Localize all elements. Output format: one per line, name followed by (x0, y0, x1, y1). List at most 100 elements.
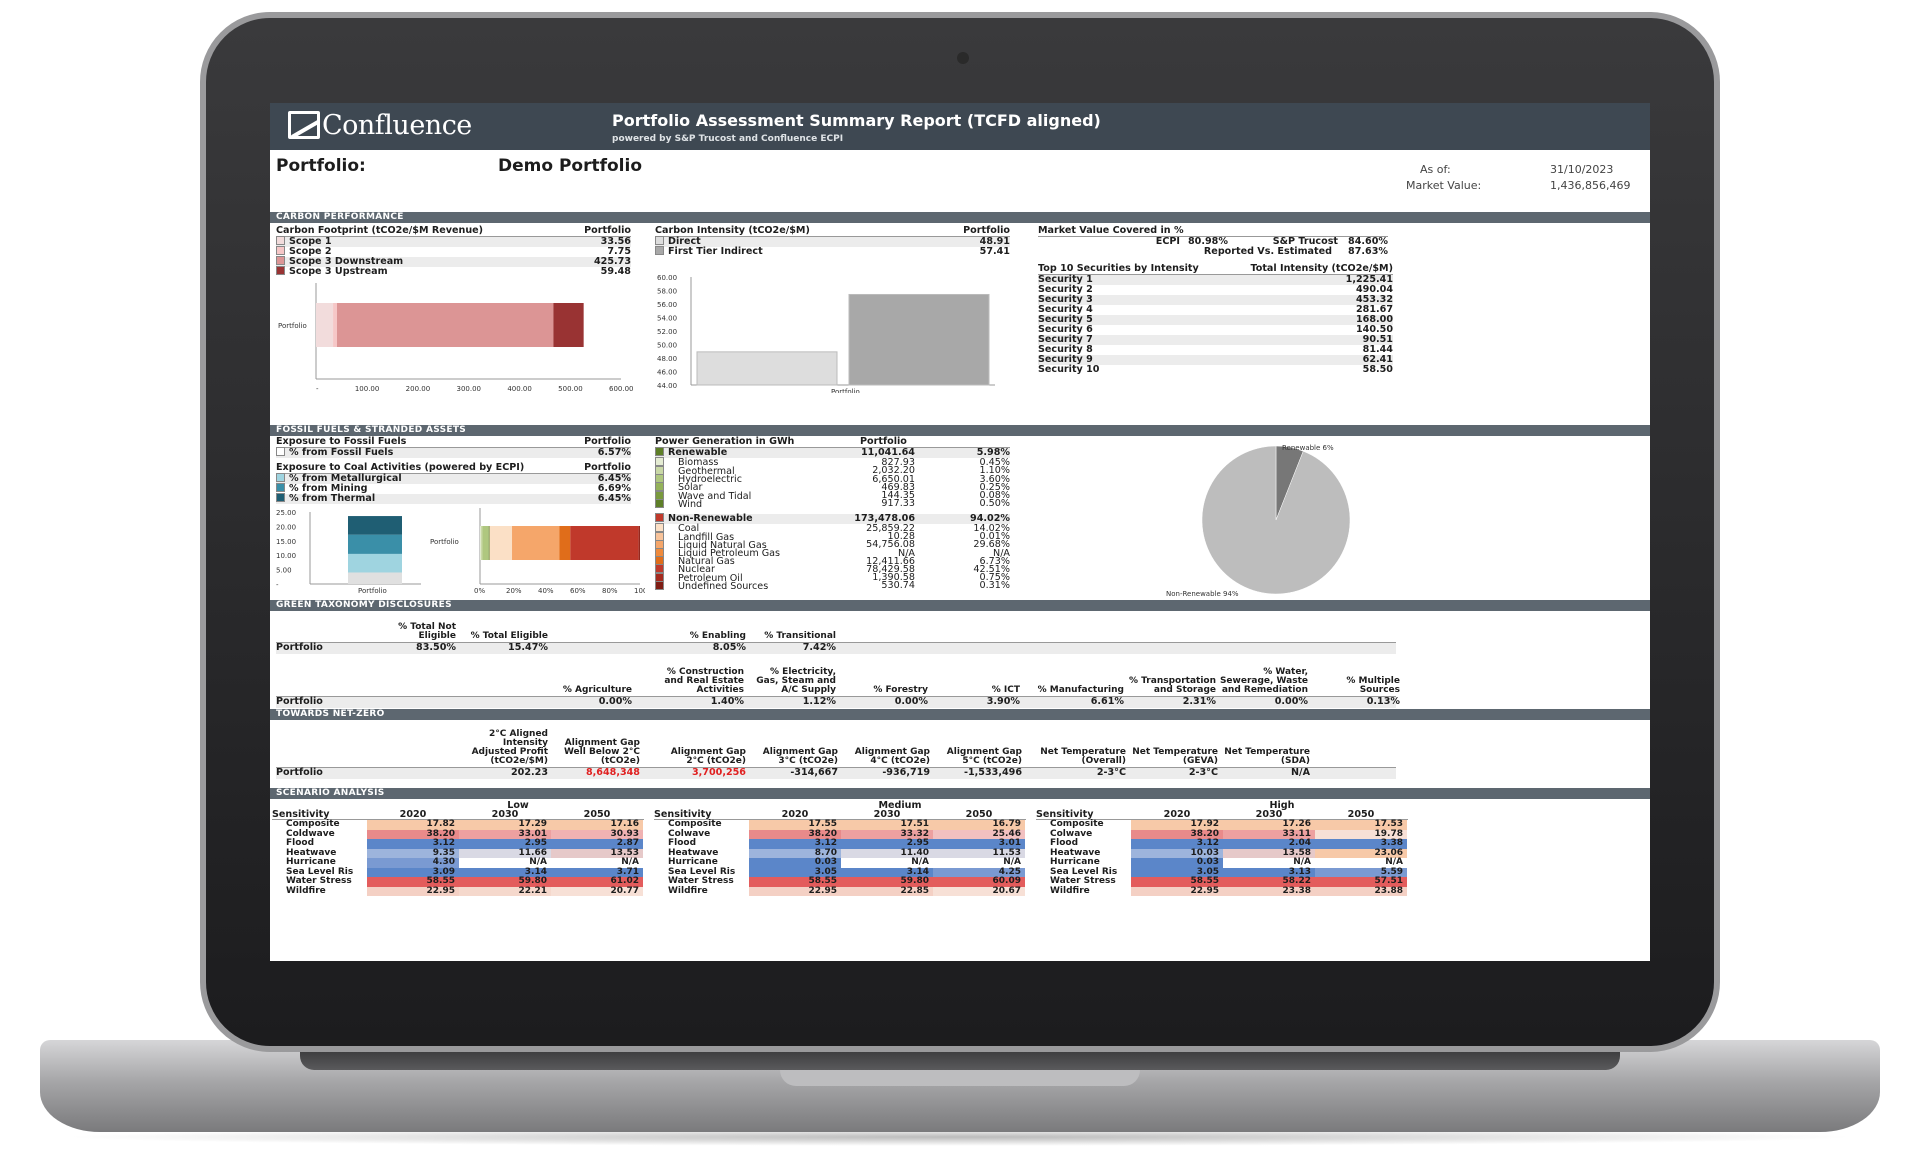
tick-label: 60.00 (657, 274, 677, 282)
tick-label: 58.00 (657, 288, 677, 296)
bar-segment (512, 526, 560, 560)
column-header: Net Temperature (Overall) (1040, 747, 1126, 766)
legend-swatch (655, 498, 664, 508)
scenario-row: Colwave 38.20 33.32 25.46 (654, 829, 1026, 839)
bar-segment (488, 526, 490, 560)
cell-value: 0.00% (598, 696, 632, 707)
top10-row-label: Security 10 (1038, 363, 1100, 375)
bar-segment (480, 526, 481, 560)
cell-value: 2-3°C (1188, 767, 1218, 778)
bar-segment (336, 303, 554, 347)
market-value: 1,436,856,469 (1550, 179, 1631, 192)
heat-cell: 20.77 (551, 886, 643, 896)
column-header: % ICT (991, 685, 1020, 695)
scenario-row: Water Stress 58.55 59.80 61.02 (272, 877, 644, 887)
column-header: % Construction and Real Estate Activitie… (664, 667, 744, 695)
column-header: % Enabling (689, 631, 746, 641)
legend-swatch (276, 266, 285, 276)
scenario-row: Wildfire 22.95 23.38 23.88 (1036, 885, 1408, 896)
tick-label: 200.00 (406, 385, 431, 393)
tick-label: 46.00 (657, 369, 677, 377)
report-subtitle: powered by S&P Trucost and Confluence EC… (612, 134, 844, 144)
cell-value: 0.00% (894, 696, 928, 707)
year-header: 2020 (1163, 809, 1191, 820)
table-row: Portfolio 202.23 8,648,348 3,700,256 -314,66… (276, 767, 1396, 779)
cell-value: 15.47% (508, 642, 548, 653)
scenario-block: Low Sensitivity 2020 2030 2050 Composite 17.82… (270, 799, 1650, 899)
tick-label: 20.00 (276, 523, 296, 531)
footprint-chart: Portfolio - 100.00 200.00 300.00 400.00 500.00… (278, 283, 634, 393)
cell-value: -1,533,496 (964, 767, 1022, 778)
bar-segment (482, 526, 489, 560)
category-label: Portfolio (358, 587, 387, 595)
section-green-taxonomy: GREEN TAXONOMY DISCLOSURES (270, 600, 1650, 611)
laptop: Confluence Portfolio Assessment Summary … (0, 0, 1920, 1165)
column-header: % Forestry (873, 685, 928, 695)
tick-label: 60% (570, 587, 586, 595)
tick-label: 5.00 (276, 567, 292, 575)
legend-swatch (276, 473, 285, 483)
confluence-logo: Confluence (288, 111, 472, 140)
category-label: Portfolio (278, 322, 307, 330)
tick-label: 25.00 (276, 509, 296, 517)
scenario-row: Water Stress 58.55 58.22 57.51 (1036, 877, 1408, 887)
coal-row-label: % from Thermal (289, 493, 376, 505)
section-scenario: SCENARIO ANALYSIS (270, 788, 1650, 799)
laptop-notch (780, 1070, 1140, 1086)
legend-swatch (276, 483, 285, 493)
intensity-title: Carbon Intensity (tCO2e/$M) (655, 225, 810, 237)
ecpi-label: ECPI (1155, 235, 1180, 247)
pie-label: Renewable 6% (1282, 444, 1334, 452)
reported-value: 87.63% (1348, 245, 1388, 257)
legend-swatch (655, 580, 664, 590)
fossil-row: % from Fossil Fuels 6.57% (276, 447, 631, 458)
table-row: Portfolio 0.00% 1.40% 1.12% 0.00% 3.90% 6.61% 2… (276, 696, 1400, 708)
wide-table: % Total Not Eligible % Total Eligible % En… (276, 611, 1396, 654)
year-header: 2020 (399, 809, 427, 820)
tick-label: - (276, 581, 279, 589)
category-label: Portfolio (831, 388, 860, 393)
row-label: Portfolio (276, 642, 323, 653)
sensitivity-header: Sensitivity (1036, 809, 1094, 820)
renewable-row-value: 917.33 (881, 498, 915, 510)
scenario-row: Coldwave 38.20 33.01 30.93 (272, 829, 644, 839)
bar-segment (333, 303, 337, 347)
tick-label: 10.00 (276, 552, 296, 560)
bar-segment (316, 303, 334, 347)
column-header: % Manufacturing (1037, 685, 1124, 695)
legend-swatch (276, 256, 285, 266)
tick-label: 40% (538, 587, 554, 595)
portfolio-label: Portfolio: (276, 156, 366, 176)
renewable-row: Wind 917.33 0.50% (655, 498, 1010, 510)
bar (848, 293, 990, 386)
report-header: Confluence Portfolio Assessment Summary … (270, 103, 1650, 150)
column-header: % Total Eligible (470, 631, 548, 641)
column-header: Alignment Gap 4°C (tCO2e) (854, 747, 930, 766)
column-header: % Transportation and Storage (1129, 676, 1216, 695)
tick-label: 50.00 (657, 342, 677, 350)
scenario-group-low: Low Sensitivity 2020 2030 2050 Composite 17.82… (272, 800, 644, 896)
tick-label: 48.00 (657, 355, 677, 363)
scenario-row: Water Stress 58.55 59.80 60.09 (654, 877, 1026, 887)
nonrenewable-row-pct: 0.31% (979, 580, 1010, 592)
legend-swatch (655, 246, 664, 256)
pie-slice (1201, 445, 1351, 595)
column-header: Alignment Gap 2°C (tCO2e) (670, 747, 746, 766)
column-header: % Electricity, Gas, Steam and A/C Supply (756, 667, 836, 695)
cell-value: 1.40% (710, 696, 744, 707)
column-header: % Transitional (764, 631, 836, 641)
top10-row: Security 10 58.50 (1038, 363, 1393, 375)
table-header: % Agriculture % Construction and Real Est… (276, 657, 1400, 697)
confluence-logo-icon (288, 111, 320, 139)
footprint-row-value: 59.48 (600, 265, 631, 277)
top10-row-value: 58.50 (1362, 363, 1393, 375)
sensitivity-label: Wildfire (286, 885, 326, 896)
coal-title: Exposure to Coal Activities (powered by … (276, 462, 525, 474)
intensity-chart: 60.00 58.00 56.00 54.00 52.00 50.00 48.00 46.00… (657, 274, 995, 393)
market-value-label: Market Value: (1406, 179, 1482, 192)
column-header: Net Temperature (GEVA) (1132, 747, 1218, 766)
tick-label: 54.00 (657, 315, 677, 323)
cell-value: 8,648,348 (585, 767, 640, 778)
cell-value: 1.12% (802, 696, 836, 707)
sensitivity-label: Wildfire (1050, 885, 1090, 896)
